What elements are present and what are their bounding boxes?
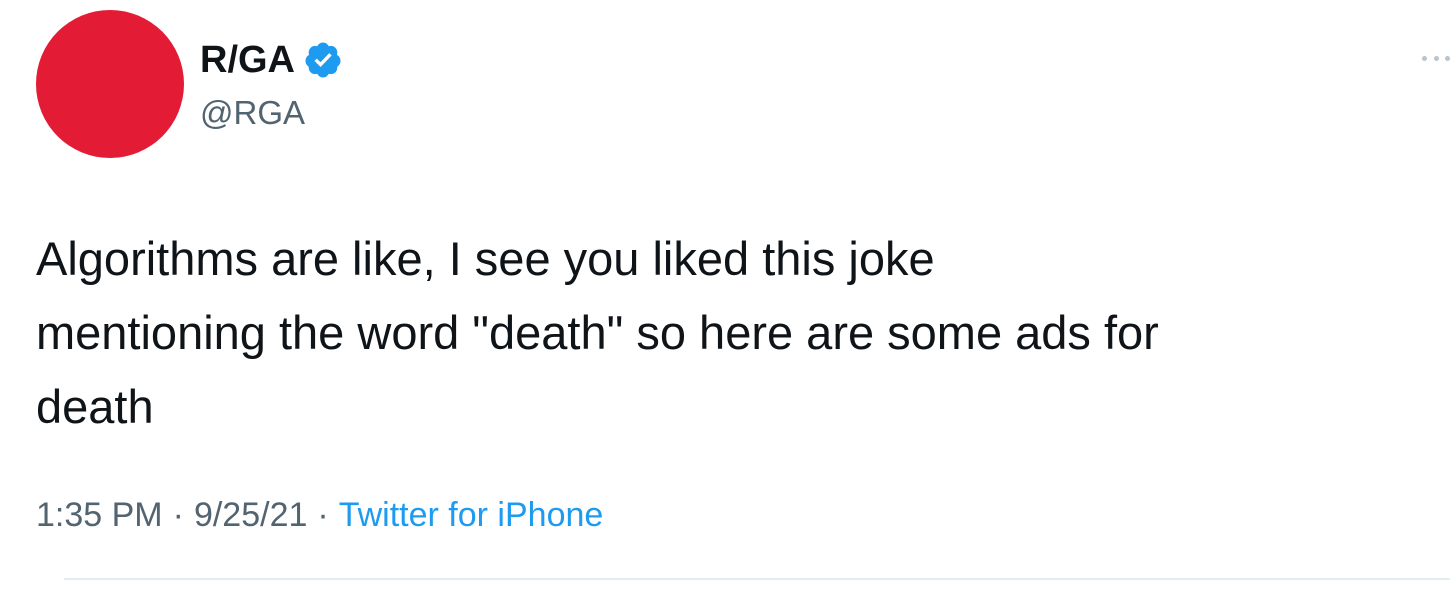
user-handle[interactable]: @RGA [200,94,343,132]
separator: · [317,496,329,534]
dot [1422,55,1427,61]
divider [64,578,1450,580]
tweet-card: R/GA @RGA Algorithms are like, I see you… [0,0,1456,604]
avatar[interactable] [36,10,184,158]
display-name-row: R/GA [200,36,343,84]
tweet-time[interactable]: 1:35 PM [36,496,163,535]
author-block: R/GA @RGA [200,36,343,132]
more-options-icon[interactable] [1422,52,1450,64]
separator: · [172,496,184,534]
display-name[interactable]: R/GA [200,39,295,82]
dot [1445,55,1450,61]
tweet-date[interactable]: 9/25/21 [194,496,307,535]
tweet-text: Algorithms are like, I see you liked thi… [36,232,1159,433]
tweet-source-link[interactable]: Twitter for iPhone [339,496,604,535]
tweet-meta: 1:35 PM · 9/25/21 · Twitter for iPhone [36,496,603,535]
dot [1433,55,1439,61]
verified-badge-icon [303,40,343,80]
